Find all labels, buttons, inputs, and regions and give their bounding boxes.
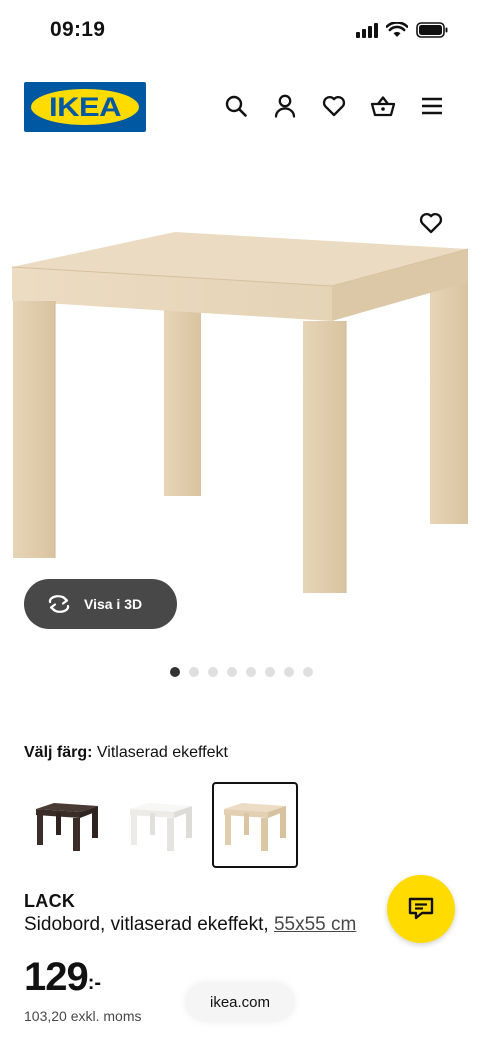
product-description: Sidobord, vitlaserad ekeffekt, 55x55 cm xyxy=(24,914,356,936)
logo-text: IKEA xyxy=(49,92,121,122)
selected-color-value: Vitlaserad ekeffekt xyxy=(96,744,228,761)
price-integer: 129 xyxy=(24,955,89,999)
wifi-icon xyxy=(386,22,408,37)
status-icons xyxy=(356,22,448,38)
color-swatches xyxy=(24,782,298,868)
carousel-dot[interactable] xyxy=(283,667,294,677)
carousel-dot[interactable] xyxy=(245,667,256,677)
heart-icon xyxy=(419,213,443,234)
price-excl-vat: 103,20 exkl. moms xyxy=(24,1008,142,1024)
menu-icon[interactable] xyxy=(418,92,446,120)
color-option-black-brown[interactable] xyxy=(24,782,110,868)
carousel-indicators xyxy=(0,667,480,677)
carousel-dot[interactable] xyxy=(169,667,180,677)
site-header: IKEA xyxy=(0,80,480,136)
status-time: 09:19 xyxy=(50,18,106,41)
battery-icon xyxy=(416,22,448,38)
color-option-white[interactable] xyxy=(118,782,204,868)
rotate-3d-icon xyxy=(48,595,70,613)
account-icon[interactable] xyxy=(271,92,299,120)
basket-icon[interactable] xyxy=(369,92,397,120)
heart-icon[interactable] xyxy=(320,92,348,120)
browser-url-bar[interactable]: ikea.com xyxy=(185,982,295,1022)
search-icon[interactable] xyxy=(222,92,250,120)
chat-icon xyxy=(408,897,434,920)
header-icons xyxy=(222,92,446,120)
carousel-dot[interactable] xyxy=(302,667,313,677)
carousel-dot[interactable] xyxy=(226,667,237,677)
ikea-logo[interactable]: IKEA xyxy=(24,82,146,132)
product-price: 129 :- xyxy=(24,955,101,1000)
add-to-favorites-button[interactable] xyxy=(414,206,448,240)
carousel-dot[interactable] xyxy=(207,667,218,677)
color-picker-label: Välj färg: Vitlaserad ekeffekt xyxy=(24,744,228,762)
view-in-3d-button[interactable]: Visa i 3D xyxy=(24,579,177,629)
carousel-dot[interactable] xyxy=(264,667,275,677)
carousel-dot[interactable] xyxy=(188,667,199,677)
product-size-link[interactable]: 55x55 cm xyxy=(274,914,356,935)
product-name: LACK xyxy=(24,891,76,911)
cellular-signal-icon xyxy=(356,22,378,38)
status-bar: 09:19 xyxy=(0,0,480,62)
chat-button[interactable] xyxy=(387,875,455,943)
view-in-3d-label: Visa i 3D xyxy=(84,596,143,612)
color-label-key: Välj färg: xyxy=(24,744,93,761)
color-option-white-stained-oak[interactable] xyxy=(212,782,298,868)
price-suffix: :- xyxy=(87,972,102,994)
product-image[interactable] xyxy=(0,190,480,610)
product-description-text: Sidobord, vitlaserad ekeffekt, xyxy=(24,914,269,935)
